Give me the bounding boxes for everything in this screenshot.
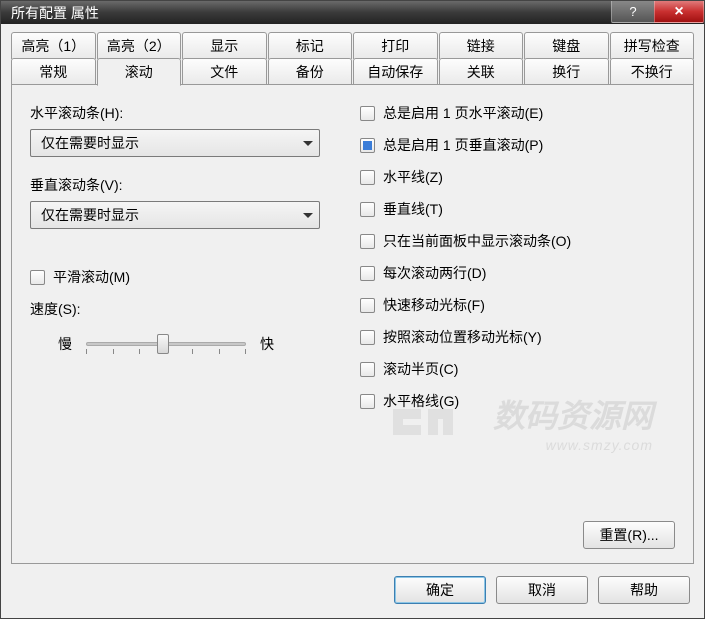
check-fast-cursor[interactable]: 快速移动光标(F) — [360, 295, 675, 315]
close-icon: × — [674, 3, 683, 21]
check-vline[interactable]: 垂直线(T) — [360, 199, 675, 219]
checkbox[interactable] — [360, 170, 375, 185]
speed-slow-label: 慢 — [58, 334, 72, 354]
check-two-lines[interactable]: 每次滚动两行(D) — [360, 263, 675, 283]
smooth-scroll-label: 平滑滚动(M) — [53, 267, 130, 287]
tab-scroll[interactable]: 滚动 — [97, 58, 182, 86]
checkbox[interactable] — [360, 202, 375, 217]
check-always-h[interactable]: 总是启用 1 页水平滚动(E) — [360, 103, 675, 123]
tabs-area: 高亮（1） 高亮（2） 显示 标记 打印 链接 键盘 拼写检查 常规 滚动 文件… — [1, 24, 704, 564]
vscroll-value: 仅在需要时显示 — [41, 205, 139, 225]
vscroll-combo[interactable]: 仅在需要时显示 — [30, 201, 320, 229]
titlebar: 所有配置 属性 ? × — [1, 1, 704, 24]
speed-slider-area: 慢 快 — [30, 329, 330, 359]
tab-display[interactable]: 显示 — [182, 32, 267, 59]
check-panel-only[interactable]: 只在当前面板中显示滚动条(O) — [360, 231, 675, 251]
tab-file[interactable]: 文件 — [182, 58, 267, 85]
checkbox[interactable] — [360, 362, 375, 377]
checkbox[interactable] — [360, 234, 375, 249]
tab-autosave[interactable]: 自动保存 — [353, 58, 438, 85]
tab-print[interactable]: 打印 — [353, 32, 438, 59]
tab-backup[interactable]: 备份 — [268, 58, 353, 85]
slider-thumb[interactable] — [157, 334, 169, 354]
help-dialog-button[interactable]: 帮助 — [598, 576, 690, 604]
hscroll-value: 仅在需要时显示 — [41, 133, 139, 153]
check-move-cursor[interactable]: 按照滚动位置移动光标(Y) — [360, 327, 675, 347]
chevron-down-icon — [303, 213, 313, 218]
tab-link[interactable]: 链接 — [439, 32, 524, 59]
ok-button[interactable]: 确定 — [394, 576, 486, 604]
tab-general[interactable]: 常规 — [11, 58, 96, 85]
checkbox[interactable] — [360, 266, 375, 281]
tab-highlight-2[interactable]: 高亮（2） — [97, 32, 182, 59]
smooth-scroll-row[interactable]: 平滑滚动(M) — [30, 267, 330, 287]
left-column: 水平滚动条(H): 仅在需要时显示 垂直滚动条(V): 仅在需要时显示 平滑滚动… — [30, 103, 330, 423]
tab-panel: 水平滚动条(H): 仅在需要时显示 垂直滚动条(V): 仅在需要时显示 平滑滚动… — [11, 84, 694, 564]
tab-row-2: 常规 滚动 文件 备份 自动保存 关联 换行 不换行 — [11, 58, 694, 85]
hscroll-label: 水平滚动条(H): — [30, 103, 330, 123]
cancel-button[interactable]: 取消 — [496, 576, 588, 604]
tab-wrap[interactable]: 换行 — [524, 58, 609, 85]
tab-association[interactable]: 关联 — [439, 58, 524, 85]
check-h-grid[interactable]: 水平格线(G) — [360, 391, 675, 411]
smooth-scroll-checkbox[interactable] — [30, 270, 45, 285]
tab-spellcheck[interactable]: 拼写检查 — [610, 32, 695, 59]
reset-button[interactable]: 重置(R)... — [583, 521, 675, 549]
tab-row-1: 高亮（1） 高亮（2） 显示 标记 打印 链接 键盘 拼写检查 — [11, 32, 694, 59]
window-title: 所有配置 属性 — [11, 3, 99, 23]
reset-row: 重置(R)... — [583, 521, 675, 549]
checkbox[interactable] — [360, 394, 375, 409]
dialog-window: 所有配置 属性 ? × 高亮（1） 高亮（2） 显示 标记 打印 链接 键盘 拼… — [0, 0, 705, 619]
checkbox[interactable] — [360, 138, 375, 153]
vscroll-label: 垂直滚动条(V): — [30, 175, 330, 195]
panel-content: 水平滚动条(H): 仅在需要时显示 垂直滚动条(V): 仅在需要时显示 平滑滚动… — [30, 103, 675, 423]
tab-nowrap[interactable]: 不换行 — [610, 58, 695, 85]
checkbox[interactable] — [360, 330, 375, 345]
titlebar-buttons: ? × — [612, 1, 704, 25]
checkbox[interactable] — [360, 106, 375, 121]
help-icon: ? — [629, 4, 636, 19]
close-button[interactable]: × — [654, 1, 704, 23]
help-button[interactable]: ? — [611, 1, 655, 23]
tab-highlight-1[interactable]: 高亮（1） — [11, 32, 96, 59]
hscroll-combo[interactable]: 仅在需要时显示 — [30, 129, 320, 157]
dialog-buttons: 确定 取消 帮助 — [1, 564, 704, 618]
speed-label: 速度(S): — [30, 299, 330, 319]
check-hline[interactable]: 水平线(Z) — [360, 167, 675, 187]
right-column: 总是启用 1 页水平滚动(E) 总是启用 1 页垂直滚动(P) 水平线(Z) 垂… — [360, 103, 675, 423]
tab-mark[interactable]: 标记 — [268, 32, 353, 59]
chevron-down-icon — [303, 141, 313, 146]
speed-fast-label: 快 — [260, 334, 274, 354]
check-always-v[interactable]: 总是启用 1 页垂直滚动(P) — [360, 135, 675, 155]
check-half-page[interactable]: 滚动半页(C) — [360, 359, 675, 379]
tab-keyboard[interactable]: 键盘 — [524, 32, 609, 59]
speed-slider[interactable] — [86, 329, 246, 359]
checkbox[interactable] — [360, 298, 375, 313]
